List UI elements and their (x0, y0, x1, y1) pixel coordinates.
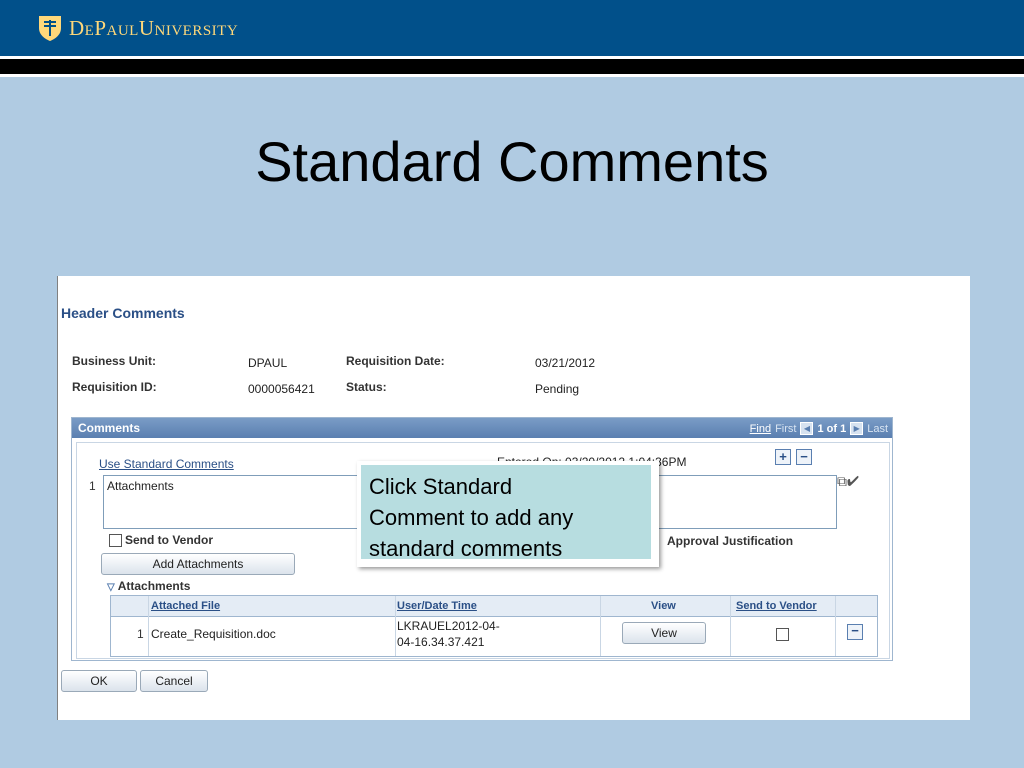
send-to-vendor-row-checkbox[interactable] (776, 628, 789, 641)
send-to-vendor-checkbox[interactable]: Send to Vendor (109, 533, 213, 547)
ok-button[interactable]: OK (61, 670, 137, 692)
column-separator (600, 596, 601, 656)
requisition-date-value: 03/21/2012 (535, 356, 596, 370)
divider (0, 59, 1024, 74)
attachments-table: Attached File User/Date Time View Send t… (110, 595, 878, 657)
attachments-heading: Attachments (117, 579, 191, 593)
send-to-vendor-label: Send to Vendor (125, 533, 214, 547)
divider (0, 74, 1024, 77)
page-title: Header Comments (61, 305, 185, 321)
business-unit-label: Business Unit: (72, 354, 157, 368)
first-link[interactable]: First (775, 423, 796, 435)
callout-line-1: Click Standard (369, 474, 513, 499)
last-link[interactable]: Last (867, 423, 888, 435)
previous-arrow-icon[interactable]: ◀ (800, 422, 814, 435)
callout-line-3: standard comments (369, 536, 563, 561)
checkbox[interactable] (109, 533, 122, 547)
column-separator (730, 596, 731, 656)
grid-navigation: Find First ◀ 1 of 1 ▶ Last (750, 422, 888, 435)
user-date-line-1: LKRAUEL2012-04- (397, 619, 500, 633)
cancel-button[interactable]: Cancel (140, 670, 208, 692)
slide-title: Standard Comments (255, 130, 769, 193)
comments-panel-header: Comments Find First ◀ 1 of 1 ▶ Last (72, 418, 892, 438)
requisition-id-value: 0000056421 (248, 382, 315, 396)
column-separator (835, 596, 836, 656)
add-attachments-button[interactable]: Add Attachments (101, 553, 295, 575)
callout-line-2: Comment to add any (369, 505, 574, 530)
requisition-id-label: Requisition ID: (72, 380, 157, 394)
column-header-attached-file[interactable]: Attached File (151, 600, 220, 612)
attached-file-name: Create_Requisition.doc (151, 627, 276, 641)
top-banner: DePaulUniversity (0, 0, 1024, 56)
row-number: 1 (89, 479, 96, 493)
use-standard-comments-link[interactable]: Use Standard Comments (99, 457, 234, 471)
column-separator (395, 596, 396, 656)
column-header-send-to-vendor[interactable]: Send to Vendor (736, 600, 817, 612)
page-indicator: 1 of 1 (817, 422, 847, 435)
find-link[interactable]: Find (750, 423, 771, 435)
approval-justification-label: Approval Justification (667, 534, 794, 548)
depaul-logo: DePaulUniversity (37, 14, 238, 42)
attachments-section-header[interactable]: ▽ Attachments (107, 579, 190, 593)
next-arrow-icon[interactable]: ▶ (850, 422, 864, 435)
user-date-line-2: 04-16.34.37.421 (397, 635, 485, 649)
shield-icon (39, 16, 61, 41)
add-row-button[interactable]: + (775, 449, 791, 465)
requisition-date-label: Requisition Date: (346, 354, 445, 368)
view-button[interactable]: View (622, 622, 706, 644)
logo-text: DePaulUniversity (69, 15, 239, 40)
column-header-view: View (651, 600, 676, 612)
status-label: Status: (346, 380, 387, 394)
callout-text: Click Standard Comment to add any standa… (361, 465, 651, 561)
column-separator (148, 596, 149, 656)
callout-box: Click Standard Comment to add any standa… (357, 461, 659, 567)
status-value: Pending (535, 382, 580, 396)
spell-check-icon[interactable]: ⧉✔ (837, 473, 859, 490)
column-header-user-date-time[interactable]: User/Date Time (397, 600, 477, 612)
comment-text: Attachments (107, 479, 174, 493)
delete-attachment-button[interactable]: − (847, 624, 863, 640)
delete-row-button[interactable]: − (796, 449, 812, 465)
comments-title: Comments (78, 421, 141, 435)
collapse-triangle-icon[interactable]: ▽ (107, 582, 115, 593)
row-number: 1 (137, 627, 144, 641)
business-unit-value: DPAUL (248, 356, 288, 370)
